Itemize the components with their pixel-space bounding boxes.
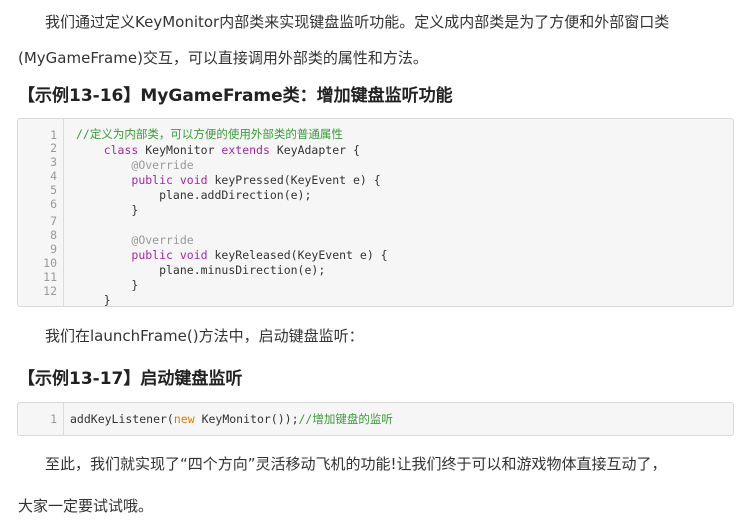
line-number: 11 (43, 270, 57, 284)
line-number: 4 (50, 169, 57, 183)
outro-line-2: 大家一定要试试哦。 (18, 497, 154, 515)
code-line-3: @Override (76, 158, 194, 173)
code-block-example-13-16: 1 2 3 4 5 6 7 8 9 10 11 12 //定义为内部类，可以方便… (17, 118, 734, 307)
line-number: 10 (43, 256, 57, 270)
line-number: 2 (50, 141, 57, 155)
annotation-override: @Override (131, 158, 194, 172)
launch-frame-paragraph: 我们在launchFrame()方法中，启动键盘监听： (18, 316, 738, 356)
line-number: 6 (50, 197, 57, 211)
constructor-call: KeyMonitor()); (194, 412, 299, 426)
example-13-16-heading: 【示例13-16】MyGameFrame类：增加键盘监听功能 (18, 86, 453, 106)
code-block-example-13-17: 1 addKeyListener(new KeyMonitor());//增加键… (17, 402, 734, 436)
intro-paragraph: 我们通过定义KeyMonitor内部类来实现键盘监听功能。定义成内部类是为了方便… (18, 2, 738, 42)
code-line-1: //定义为内部类，可以方便的使用外部类的普通属性 (76, 127, 343, 141)
keyword-public: public (131, 173, 173, 187)
class-name: KeyMonitor (138, 143, 222, 157)
code-comment: //增加键盘的监听 (298, 412, 393, 426)
code-line-8: @Override (76, 233, 194, 248)
code-line-10: plane.minusDirection(e); (76, 263, 326, 277)
keyword-class: class (103, 143, 139, 157)
superclass: KeyAdapter { (269, 143, 360, 157)
keyword-void: void (179, 248, 208, 262)
line-number: 7 (50, 214, 57, 228)
line-number: 3 (50, 155, 57, 169)
code-line-2: class KeyMonitor extends KeyAdapter { (76, 143, 360, 158)
keyword-new: new (173, 412, 195, 426)
intro-paragraph-cont: (MyGameFrame)交互，可以直接调用外部类的属性和方法。 (18, 38, 738, 78)
outro-paragraph: 至此，我们就实现了“四个方向”灵活移动飞机的功能!让我们终于可以和游戏物体直接互… (18, 444, 738, 484)
keyword-public: public (131, 248, 173, 262)
annotation-override: @Override (131, 233, 194, 247)
method-signature: keyReleased(KeyEvent e) { (207, 248, 388, 262)
intro-line-1: 我们通过定义KeyMonitor内部类来实现键盘监听功能。定义成内部类是为了方便… (45, 13, 670, 31)
line-number: 1 (50, 412, 57, 426)
method-call: addKeyListener( (70, 412, 174, 426)
code-line-4: public void keyPressed(KeyEvent e) { (76, 173, 381, 188)
line-number-gutter: 1 (18, 403, 64, 435)
line-number-gutter: 1 2 3 4 5 6 7 8 9 10 11 12 (18, 119, 64, 306)
outro-paragraph-cont: 大家一定要试试哦。 (18, 486, 738, 526)
outro-line-1: 至此，我们就实现了“四个方向”灵活移动飞机的功能!让我们终于可以和游戏物体直接互… (45, 455, 667, 473)
code-line-6: } (76, 203, 139, 217)
line-number: 8 (50, 228, 57, 242)
launch-frame-text: 我们在launchFrame()方法中，启动键盘监听： (45, 327, 364, 345)
code-line-1: addKeyListener(new KeyMonitor());//增加键盘的… (70, 412, 393, 427)
code-line-5: plane.addDirection(e); (76, 188, 312, 202)
example-13-17-heading: 【示例13-17】启动键盘监听 (18, 369, 243, 389)
code-line-12: } (76, 293, 111, 307)
code-line-11: } (76, 278, 139, 292)
keyword-void: void (179, 173, 208, 187)
line-number: 9 (50, 242, 57, 256)
line-number: 5 (50, 183, 57, 197)
keyword-extends: extends (221, 143, 270, 157)
line-number: 12 (43, 284, 57, 298)
code-line-9: public void keyReleased(KeyEvent e) { (76, 248, 388, 263)
method-signature: keyPressed(KeyEvent e) { (207, 173, 381, 187)
intro-line-2: (MyGameFrame)交互，可以直接调用外部类的属性和方法。 (18, 49, 428, 67)
